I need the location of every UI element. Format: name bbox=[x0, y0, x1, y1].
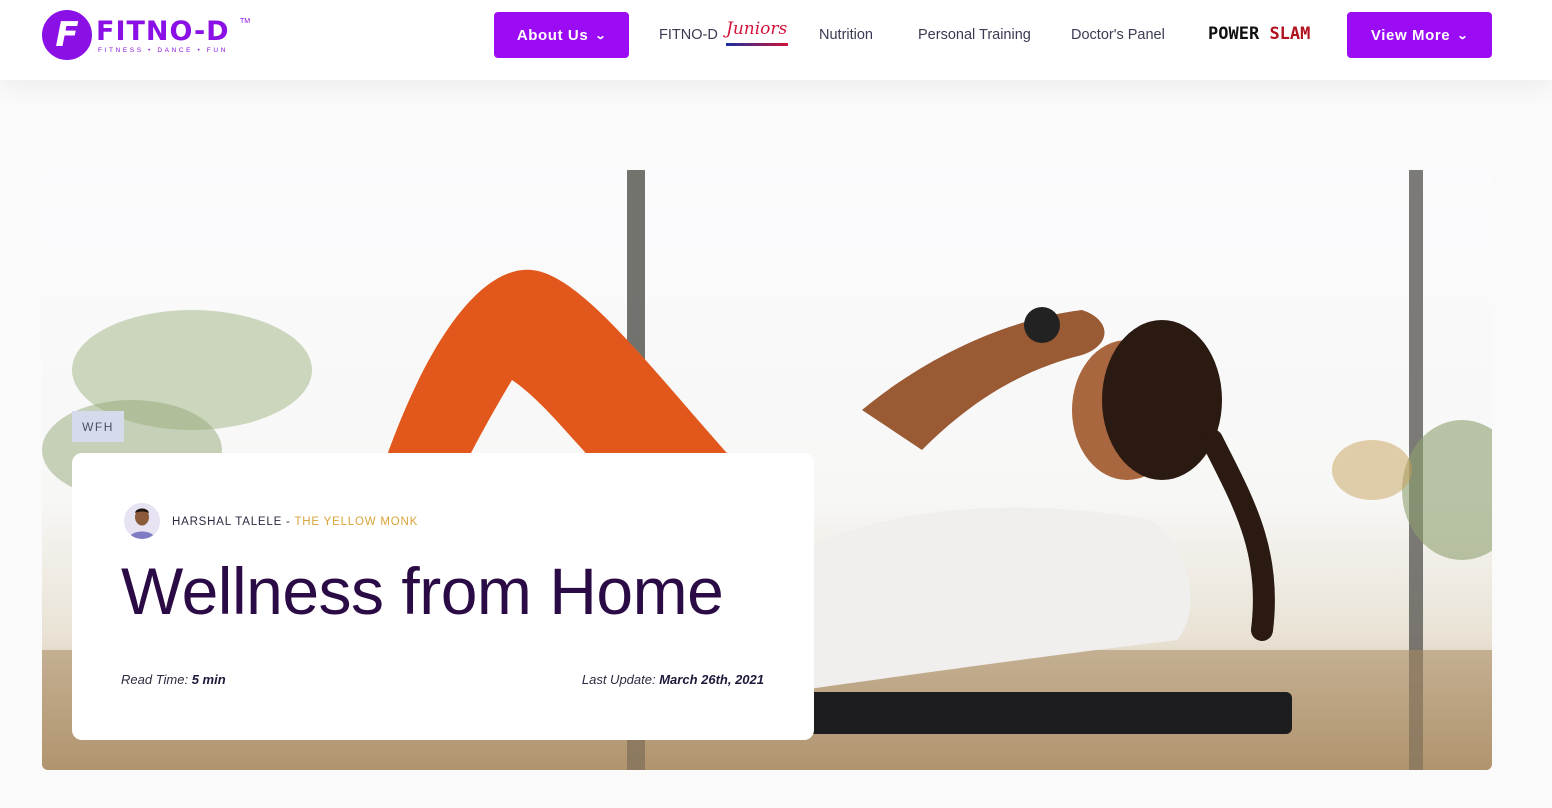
article-card: HARSHAL TALELE - THE YELLOW MONK Wellnes… bbox=[72, 453, 814, 740]
nav-fitnod-juniors[interactable]: FITNO-D bbox=[659, 27, 718, 43]
logo-text: FITNO-D bbox=[96, 16, 230, 47]
logo-trademark: TM bbox=[240, 18, 251, 25]
nav-fitnod-juniors-prefix: FITNO-D bbox=[659, 27, 718, 43]
nav-power-slam[interactable]: POWER SLAM bbox=[1208, 24, 1310, 44]
author-avatar-icon bbox=[124, 503, 160, 539]
author-separator: - bbox=[282, 516, 295, 528]
about-us-label: About Us bbox=[516, 26, 589, 44]
author-line: HARSHAL TALELE - THE YELLOW MONK bbox=[172, 516, 418, 528]
last-update-label: Last Update: bbox=[581, 672, 656, 687]
chevron-down-icon: ⌄ bbox=[594, 29, 608, 42]
article-title: Wellness from Home bbox=[121, 554, 724, 628]
read-time-value: 5 min bbox=[191, 672, 226, 687]
last-update: Last Update: March 26th, 2021 bbox=[582, 672, 764, 687]
logo-tagline: FITNESS • DANCE • FUN bbox=[98, 47, 228, 54]
read-time: Read Time: 5 min bbox=[121, 672, 226, 687]
last-update-value: March 26th, 2021 bbox=[659, 672, 764, 687]
view-more-button[interactable]: View More ⌄ bbox=[1347, 12, 1492, 58]
site-header: F FITNO-D TM FITNESS • DANCE • FUN About… bbox=[0, 0, 1552, 80]
category-badge[interactable]: WFH bbox=[72, 411, 124, 442]
juniors-underline bbox=[726, 43, 788, 46]
fitnod-logo[interactable]: F FITNO-D TM FITNESS • DANCE • FUN bbox=[42, 10, 252, 62]
view-more-label: View More bbox=[1370, 26, 1451, 44]
author-tagline: THE YELLOW MONK bbox=[294, 516, 419, 528]
juniors-script-label[interactable]: Juniors bbox=[726, 19, 787, 39]
nav-personal-training[interactable]: Personal Training bbox=[918, 27, 1031, 43]
author-name[interactable]: HARSHAL TALELE bbox=[172, 516, 282, 528]
chevron-down-icon: ⌄ bbox=[1456, 29, 1470, 42]
power-slam-part2: SLAM bbox=[1269, 24, 1311, 44]
nav-nutrition[interactable]: Nutrition bbox=[819, 27, 873, 43]
about-us-button[interactable]: About Us ⌄ bbox=[494, 12, 629, 58]
nav-doctors-panel[interactable]: Doctor's Panel bbox=[1071, 27, 1165, 43]
author-avatar[interactable] bbox=[124, 503, 160, 539]
logo-mark-icon: F bbox=[42, 10, 92, 60]
power-slam-part1: POWER bbox=[1208, 24, 1260, 44]
read-time-label: Read Time: bbox=[121, 672, 189, 687]
